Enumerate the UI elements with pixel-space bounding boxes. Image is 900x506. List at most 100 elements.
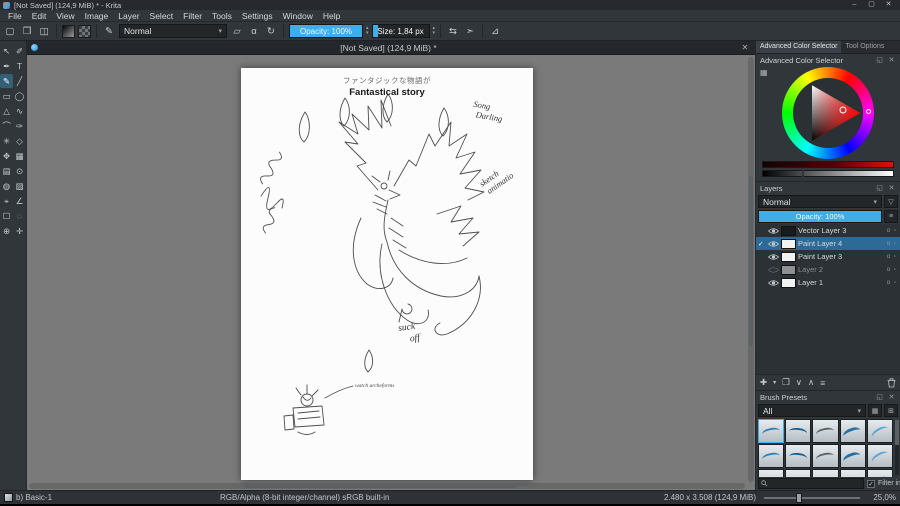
float-docker-icon[interactable]: ◱ (875, 56, 884, 64)
brush-editor-button[interactable]: ✎ (102, 24, 116, 39)
close-docker-icon[interactable]: ✕ (887, 393, 896, 401)
brush-preset-thumbnail[interactable] (758, 444, 785, 468)
move-layer-down-button[interactable]: ∨ (796, 377, 802, 388)
preset-grid-scrollbar[interactable] (895, 420, 899, 475)
pattern-edit-tool[interactable]: ▨ (13, 179, 26, 193)
layer-opacity-slider[interactable]: Opacity: 100% (758, 210, 882, 223)
visibility-eye-icon[interactable] (767, 240, 779, 248)
color-sampler-tool[interactable]: ⊙ (13, 164, 26, 178)
move-layer-up-button[interactable]: ∧ (808, 377, 814, 388)
visibility-eye-icon[interactable] (767, 266, 779, 274)
menu-select[interactable]: Select (145, 10, 179, 22)
pan-tool[interactable]: ✛ (13, 224, 26, 238)
brush-preset-thumbnail[interactable] (785, 444, 812, 468)
menu-view[interactable]: View (51, 10, 79, 22)
visibility-eye-icon[interactable] (767, 227, 779, 235)
layer-row[interactable]: Paint Layer 3 α ▫ (756, 250, 900, 263)
tag-filter-dropdown[interactable]: All ▾ (758, 404, 866, 417)
assistants-tool[interactable]: ⌖ (0, 194, 13, 208)
save-icon[interactable]: ◫ (37, 24, 51, 39)
brush-preset-thumbnail[interactable] (785, 469, 812, 477)
brush-preset-thumbnail[interactable] (785, 419, 812, 443)
opacity-spinner[interactable]: ▴ ▾ (366, 26, 369, 36)
shade-selector-icon[interactable]: ▦ (760, 68, 768, 77)
canvas-page[interactable]: ファンタジックな物語が Fantastical story Song Darli… (241, 68, 533, 480)
brush-preset-thumbnail[interactable] (812, 444, 839, 468)
menu-window[interactable]: Window (278, 10, 318, 22)
tab-tool-options[interactable]: Tool Options (841, 41, 888, 53)
tag-tool-icon[interactable]: ⊞ (884, 404, 898, 417)
layer-options-icon[interactable]: ≡ (884, 210, 898, 223)
fill-tool[interactable]: ◍ (0, 179, 13, 193)
layer-row[interactable]: Layer 2 α ▫ (756, 263, 900, 276)
document-close-icon[interactable]: ✕ (739, 43, 751, 52)
layer-filter-icon[interactable]: ▽ (884, 195, 898, 208)
open-document-icon[interactable]: ❒ (20, 24, 34, 39)
scrollbar-handle[interactable] (243, 484, 516, 488)
new-document-icon[interactable]: ▢ (3, 24, 17, 39)
opacity-slider[interactable]: Opacity: 100% (289, 24, 363, 38)
calligraphy-tool[interactable]: ✒ (0, 59, 13, 73)
canvas-vertical-scrollbar[interactable] (748, 57, 754, 482)
measure-tool[interactable]: ∠ (13, 194, 26, 208)
zoom-tool[interactable]: ⊕ (0, 224, 13, 238)
brush-preset-thumbnail[interactable] (758, 419, 785, 443)
wrap-around-icon[interactable]: ➣ (463, 24, 477, 39)
search-input[interactable] (770, 480, 861, 487)
menu-edit[interactable]: Edit (27, 10, 52, 22)
elliptical-selection-tool[interactable]: ◌ (13, 209, 26, 223)
hue-ring-marker[interactable] (866, 109, 871, 114)
canvas-viewport[interactable]: ファンタジックな物語が Fantastical story Song Darli… (27, 55, 755, 490)
layer-row[interactable]: Vector Layer 3 α ▫ (756, 224, 900, 237)
menu-tools[interactable]: Tools (207, 10, 237, 22)
brush-preset-thumbnail[interactable] (866, 419, 893, 443)
canvas-horizontal-scrollbar[interactable] (29, 483, 745, 489)
reload-preset-icon[interactable]: ↻ (264, 24, 278, 39)
rectangular-selection-tool[interactable]: ☐ (0, 209, 13, 223)
document-tab-label[interactable]: [Not Saved] (124,9 MiB) * (38, 43, 739, 53)
brush-preset-thumbnail[interactable] (812, 419, 839, 443)
close-docker-icon[interactable]: ✕ (887, 184, 896, 192)
brush-preset-thumbnail[interactable] (812, 469, 839, 477)
maximize-button[interactable]: ▢ (863, 0, 880, 10)
close-button[interactable]: ✕ (880, 0, 897, 10)
minimize-button[interactable]: – (846, 0, 863, 10)
dynamic-brush-tool[interactable]: ✑ (13, 119, 26, 133)
move-tool[interactable]: ✥ (0, 149, 13, 163)
eraser-mode-icon[interactable]: ▱ (230, 24, 244, 39)
preset-search-field[interactable] (758, 478, 864, 489)
color-triangle[interactable] (793, 78, 863, 148)
menu-help[interactable]: Help (318, 10, 345, 22)
tab-advanced-color-selector[interactable]: Advanced Color Selector (756, 41, 842, 53)
visibility-eye-icon[interactable] (767, 253, 779, 261)
float-docker-icon[interactable]: ◱ (875, 393, 884, 401)
brush-preset-thumbnail[interactable] (839, 469, 866, 477)
gradient-tool[interactable]: ▤ (0, 164, 13, 178)
layer-row[interactable]: ✓ Paint Layer 4 α ▫ (756, 237, 900, 250)
layer-row[interactable]: Layer 1 α ▫ (756, 276, 900, 289)
crop-tool[interactable]: ▦ (13, 149, 26, 163)
spin-down-icon[interactable]: ▾ (433, 31, 436, 36)
scrollbar-handle[interactable] (895, 420, 899, 445)
transform-tool[interactable]: ◇ (13, 134, 26, 148)
add-layer-button[interactable]: ✚ (760, 377, 767, 388)
text-tool[interactable]: T (13, 59, 26, 73)
menu-file[interactable]: File (3, 10, 27, 22)
color-history-strip[interactable] (762, 161, 894, 168)
size-spinner[interactable]: ▴ ▾ (433, 26, 436, 36)
line-tool[interactable]: ╱ (13, 74, 26, 88)
polygon-tool[interactable]: △ (0, 104, 13, 118)
brush-preset-thumbnail[interactable] (839, 444, 866, 468)
close-docker-icon[interactable]: ✕ (887, 56, 896, 64)
brush-preset-thumbnail[interactable] (866, 469, 893, 477)
layer-properties-button[interactable]: ≡ (820, 378, 825, 388)
filter-in-tag-checkbox[interactable]: ✓ (867, 479, 875, 488)
gradient-chooser[interactable] (62, 24, 75, 38)
scrollbar-handle[interactable] (749, 176, 753, 346)
menu-layer[interactable]: Layer (113, 10, 144, 22)
float-docker-icon[interactable]: ◱ (875, 184, 884, 192)
color-wheel[interactable] (782, 67, 874, 159)
value-marker[interactable] (802, 170, 804, 177)
menu-image[interactable]: Image (80, 10, 114, 22)
brush-size-slider[interactable]: Size: 1,84 px (371, 24, 430, 38)
